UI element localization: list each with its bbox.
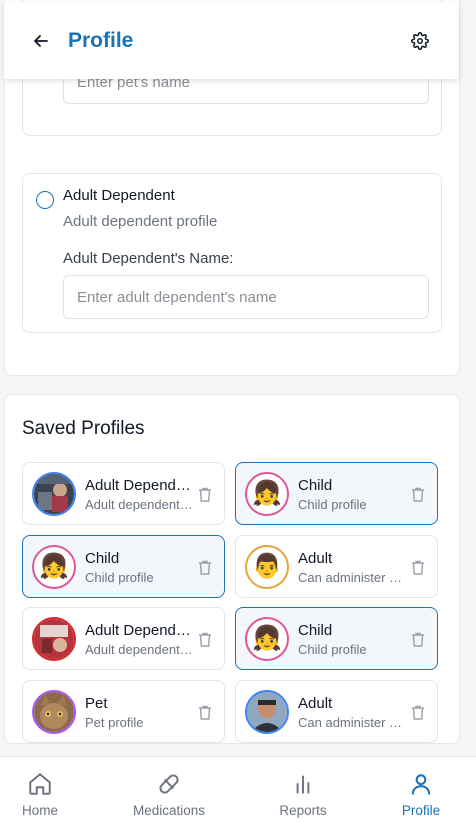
home-icon (26, 770, 54, 798)
saved-profiles-title: Saved Profiles (22, 418, 145, 439)
profile-subtitle: Child profile (85, 570, 154, 585)
profile-card[interactable]: Adult Can administer medications (235, 680, 438, 743)
profile-subtitle: Child profile (298, 642, 367, 657)
nav-item-profile[interactable]: Profile (371, 757, 471, 831)
trash-icon[interactable] (196, 485, 214, 503)
trash-icon[interactable] (409, 558, 427, 576)
adult-dependent-description: Adult dependent profile (63, 213, 218, 230)
app-header: Profile (4, 2, 459, 79)
photo-avatar-icon (32, 617, 76, 661)
trash-icon[interactable] (196, 558, 214, 576)
nav-item-reports[interactable]: Reports (253, 757, 353, 831)
trash-icon[interactable] (409, 703, 427, 721)
profile-subtitle: Can administer medications (298, 570, 406, 585)
profile-card[interactable]: 👧 Child Child profile (235, 607, 438, 670)
profile-name: Pet (85, 695, 108, 712)
profile-subtitle: Adult dependent profile (85, 642, 193, 657)
trash-icon[interactable] (409, 630, 427, 648)
page-title: Profile (68, 29, 134, 52)
profile-name: Child (298, 477, 333, 494)
photo-avatar-icon (32, 472, 76, 516)
profile-scroll-content[interactable]: Adult Dependent Adult dependent profile … (0, 0, 476, 746)
nav-item-medications[interactable]: Medications (119, 757, 219, 831)
girl-emoji-icon: 👧 (245, 617, 289, 661)
gear-icon[interactable] (408, 29, 432, 53)
arrow-left-icon[interactable] (28, 28, 54, 54)
adult-dependent-option[interactable]: Adult Dependent Adult dependent profile … (22, 173, 442, 333)
girl-emoji-icon: 👧 (32, 545, 76, 589)
nav-label: Medications (132, 803, 206, 818)
profile-name: Adult Dependent (85, 477, 193, 494)
adult-dependent-name-label: Adult Dependent's Name: (63, 250, 234, 267)
profile-subtitle: Can administer medications (298, 715, 406, 730)
cat-photo-icon (32, 690, 76, 734)
profile-card[interactable]: Pet Pet profile (22, 680, 225, 743)
man-emoji-icon: 👨 (245, 545, 289, 589)
girl-emoji-icon: 👧 (245, 472, 289, 516)
adult-dependent-title: Adult Dependent (63, 187, 175, 204)
profile-card[interactable]: Adult Dependent Adult dependent profile (22, 607, 225, 670)
profile-card[interactable]: 👧 Child Child profile (22, 535, 225, 598)
profile-card[interactable]: Adult Dependent Adult dependent profile (22, 462, 225, 525)
person-photo-icon (245, 690, 289, 734)
nav-label: Profile (401, 803, 441, 818)
profile-name: Adult (298, 550, 333, 567)
profile-name: Adult (298, 695, 333, 712)
nav-label: Home (21, 803, 58, 818)
saved-profiles-card: Saved Profiles Adult Dependent Adult dep… (4, 394, 460, 744)
profile-name: Child (85, 550, 120, 567)
bar-chart-icon (289, 770, 317, 798)
pill-icon (155, 770, 183, 798)
profile-subtitle: Adult dependent profile (85, 497, 193, 512)
adult-dependent-radio[interactable] (36, 191, 54, 209)
profile-subtitle: Child profile (298, 497, 367, 512)
profile-name: Child (298, 622, 333, 639)
nav-item-home[interactable]: Home (0, 757, 90, 831)
trash-icon[interactable] (196, 703, 214, 721)
profile-subtitle: Pet profile (85, 715, 144, 730)
nav-label: Reports (279, 803, 327, 818)
trash-icon[interactable] (409, 485, 427, 503)
adult-dependent-name-input[interactable] (63, 275, 429, 319)
profile-name: Adult Dependent (85, 622, 193, 639)
trash-icon[interactable] (196, 630, 214, 648)
profile-card[interactable]: 👨 Adult Can administer medications (235, 535, 438, 598)
bottom-navigation: Home Medications Reports Profile (0, 756, 476, 831)
user-icon (407, 770, 435, 798)
profile-card[interactable]: 👧 Child Child profile (235, 462, 438, 525)
